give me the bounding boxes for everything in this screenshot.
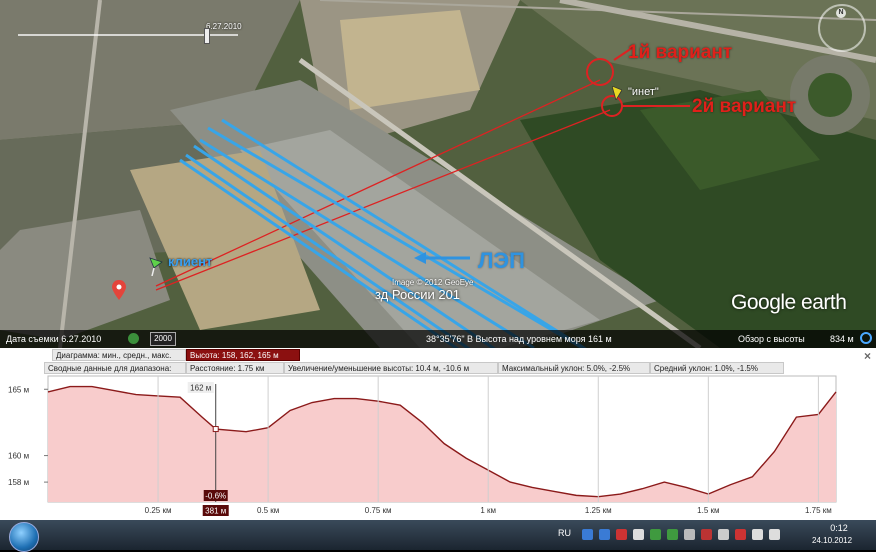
capture-date: Дата съемки 6.27.2010 bbox=[6, 334, 102, 344]
logo-earth: earth bbox=[795, 291, 847, 314]
x-tick-label: 1.25 км bbox=[585, 506, 612, 515]
year-button[interactable]: 2000 bbox=[150, 332, 176, 346]
annotation-variant-1: 1й вариант bbox=[628, 42, 733, 63]
cursor-height-label: 162 м bbox=[190, 384, 211, 393]
start-button[interactable] bbox=[9, 522, 39, 552]
timeline-date: 6.27.2010 bbox=[206, 22, 242, 31]
pushpin-client-icon[interactable] bbox=[148, 256, 164, 277]
x-tick-label: 0.25 км bbox=[145, 506, 172, 515]
imagery-credit: Image © 2012 GeoEye bbox=[392, 278, 474, 287]
overview-label: Обзор с высоты bbox=[738, 334, 805, 344]
google-earth-logo: Google earth bbox=[731, 288, 847, 315]
tray-icon[interactable] bbox=[735, 529, 746, 540]
tray-icon[interactable] bbox=[684, 529, 695, 540]
pushpin-inet-icon[interactable] bbox=[611, 85, 623, 101]
elevation-chart[interactable]: 0.25 км 0.5 км 0.75 км 1 км 1.25 км 1.5 км 1.7… bbox=[0, 348, 876, 520]
coordinates-readout: 38°35'76" В Высота над уровнем моря 161 … bbox=[426, 334, 612, 344]
tray-icon[interactable] bbox=[616, 529, 627, 540]
compass-north-icon[interactable]: N bbox=[836, 8, 846, 18]
tray-icon[interactable] bbox=[752, 529, 763, 540]
timeline-knob[interactable] bbox=[204, 28, 210, 44]
y-tick-label: 158 м bbox=[8, 478, 29, 487]
navigation-compass[interactable]: N bbox=[818, 4, 866, 52]
placemark-client-label[interactable]: клиент bbox=[168, 254, 212, 269]
profile-cursor-point bbox=[212, 426, 219, 433]
tray-icon[interactable] bbox=[650, 529, 661, 540]
timeline-slider[interactable]: 6.27.2010 bbox=[8, 22, 248, 46]
tray-icon[interactable] bbox=[718, 529, 729, 540]
x-tick-label: 0.5 км bbox=[257, 506, 279, 515]
overview-value: 834 м bbox=[830, 334, 854, 344]
x-tick-label: 1 км bbox=[480, 506, 496, 515]
annotation-variant-2: 2й вариант bbox=[692, 96, 797, 117]
x-tick-label: 1.75 км bbox=[805, 506, 832, 515]
clock-time[interactable]: 0:12 bbox=[824, 523, 854, 533]
status-bar: Дата съемки 6.27.2010 2000 38°35'76" В В… bbox=[0, 330, 876, 348]
tray-icon[interactable] bbox=[582, 529, 593, 540]
tray-icon[interactable] bbox=[633, 529, 644, 540]
logo-google: Google bbox=[731, 291, 796, 314]
tray-icon[interactable] bbox=[667, 529, 678, 540]
y-tick-label: 165 м bbox=[8, 385, 29, 394]
clock-date[interactable]: 24.10.2012 bbox=[812, 536, 852, 545]
x-tick-label: 0.75 км bbox=[365, 506, 392, 515]
overview-icon[interactable] bbox=[860, 332, 872, 344]
location-marker-icon[interactable] bbox=[112, 280, 126, 300]
windows-taskbar: RU 0:12 24.10.2012 bbox=[0, 520, 876, 552]
power-line-label: ЛЭП bbox=[478, 248, 525, 273]
x-tick-label: 1.5 км bbox=[697, 506, 719, 515]
placemark-inet-label[interactable]: "инет" bbox=[628, 86, 659, 98]
map-view[interactable]: 6.27.2010 N 1й вариант 2й вариант "инет"… bbox=[0, 0, 876, 348]
cursor-distance-label: 381 м bbox=[205, 507, 226, 516]
historical-imagery-icon[interactable] bbox=[128, 333, 139, 344]
imagery-year-overlay: зд России 201 bbox=[375, 287, 461, 302]
tray-icon[interactable] bbox=[599, 529, 610, 540]
y-tick-label: 160 м bbox=[8, 452, 29, 461]
elevation-profile-panel: Диаграмма: мин., средн., макс. Высота: 1… bbox=[0, 348, 876, 520]
tray-icon[interactable] bbox=[701, 529, 712, 540]
cursor-slope-label: -0.6% bbox=[205, 492, 226, 501]
language-indicator[interactable]: RU bbox=[558, 528, 571, 538]
tray-icon[interactable] bbox=[769, 529, 780, 540]
